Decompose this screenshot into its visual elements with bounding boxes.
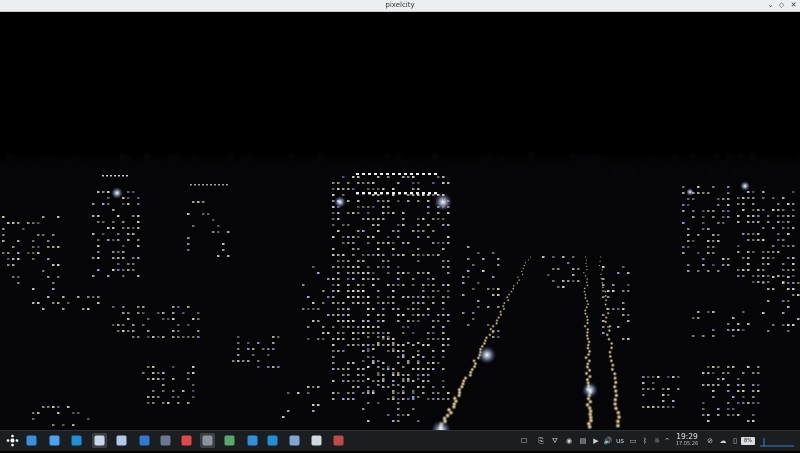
taskbar-app-button[interactable] <box>245 433 260 448</box>
maximize-button[interactable]: ◇ <box>776 0 787 11</box>
show-desktop-button[interactable]: ☐ <box>518 434 530 448</box>
taskbar-app-button[interactable] <box>24 433 39 448</box>
store-icon <box>139 435 150 446</box>
cloud-button[interactable]: ☁ <box>717 434 729 448</box>
globe-icon <box>247 435 258 446</box>
network-icon: ⛛ <box>552 437 558 445</box>
brightness-icon: ☼ <box>653 437 661 445</box>
taskbar-app-button[interactable] <box>200 433 215 448</box>
taskbar-app-button[interactable] <box>265 433 280 448</box>
x-app-icon <box>311 435 322 446</box>
taskbar-app-button[interactable] <box>69 433 84 448</box>
system-monitor-widget[interactable] <box>756 434 796 448</box>
cpu-graph-icon <box>760 438 794 447</box>
cloud-icon: ☁ <box>719 437 727 445</box>
title-bar: pixelcity ⌄ ◇ ✕ <box>0 0 800 12</box>
volume-button[interactable]: 🔊 <box>602 434 614 448</box>
edge-browser-icon <box>71 435 82 446</box>
network-button[interactable]: ⛛ <box>549 434 561 448</box>
battery-button[interactable]: ▯ <box>730 434 740 448</box>
clock-date: 17.05.26 <box>675 441 699 447</box>
presentation-icon <box>116 435 127 446</box>
bluetooth-icon: ᛒ <box>642 437 648 445</box>
updates-icon: ◉ <box>565 437 573 445</box>
taskbar-app-button[interactable] <box>137 433 152 448</box>
keyboard-layout-button[interactable]: us <box>614 434 626 448</box>
window-title: pixelcity <box>385 1 415 9</box>
maximize-icon: ◇ <box>778 1 785 9</box>
city-scene <box>0 12 800 430</box>
clipboard-button[interactable]: ⎘ <box>535 434 547 448</box>
close-button[interactable]: ✕ <box>788 0 799 11</box>
taskbar-app-button[interactable] <box>47 433 62 448</box>
pixelcity-app-icon <box>202 435 213 446</box>
storage-button[interactable]: ▤ <box>577 434 589 448</box>
chevron-down-icon: ⌄ <box>767 1 774 9</box>
display-button[interactable]: ▭ <box>627 434 639 448</box>
taskbar-app-button[interactable] <box>287 433 302 448</box>
taskbar-app-button[interactable] <box>114 433 129 448</box>
monitor-icon <box>94 435 105 446</box>
media-play-icon: ▶ <box>593 437 599 445</box>
battery-percent: 8% <box>741 437 755 445</box>
clock-time: 19:29 <box>676 432 698 441</box>
display-icon: ▭ <box>629 437 637 445</box>
close-icon: ✕ <box>790 1 797 9</box>
taskbar-app-button[interactable] <box>179 433 194 448</box>
app-launcher-button[interactable] <box>5 433 20 448</box>
taskbar-app-button[interactable] <box>92 433 107 448</box>
bluetooth-button[interactable]: ᛒ <box>639 434 651 448</box>
updates-button[interactable]: ◉ <box>563 434 575 448</box>
media-button[interactable]: ▶ <box>590 434 602 448</box>
taskbar-app-button[interactable] <box>309 433 324 448</box>
settings-icon <box>289 435 300 446</box>
taskbar: ☐ ⎘ ⛛ ◉ ▤ ▶ 🔊 us ▭ ᛒ ☼ ⌃ 19:29 17.05.26 … <box>0 430 800 451</box>
notifications-icon: ⊘ <box>707 437 713 445</box>
minimize-button[interactable]: ⌄ <box>765 0 776 11</box>
clock[interactable]: 19:29 17.05.26 <box>672 433 702 448</box>
text-editor-icon <box>333 435 344 446</box>
app-launcher-icon <box>6 434 19 447</box>
storage-icon: ▤ <box>579 437 587 445</box>
image-viewer-icon <box>224 435 235 446</box>
battery-icon: ▯ <box>733 437 737 445</box>
volume-icon: 🔊 <box>603 437 613 445</box>
pixelcity-viewport[interactable] <box>0 12 800 430</box>
file-manager-icon <box>49 435 60 446</box>
notifications-button[interactable]: ⊘ <box>704 434 716 448</box>
taskbar-app-button[interactable] <box>222 433 237 448</box>
edge-browser-icon <box>267 435 278 446</box>
folder-blue-icon <box>26 435 37 446</box>
square-icon: ☐ <box>520 437 528 445</box>
circle-app-icon <box>160 435 171 446</box>
taskbar-app-button[interactable] <box>158 433 173 448</box>
clipboard-icon: ⎘ <box>538 437 544 445</box>
taskbar-app-button[interactable] <box>331 433 346 448</box>
chevron-up-icon: ⌃ <box>664 437 670 445</box>
calendar-icon <box>181 435 192 446</box>
